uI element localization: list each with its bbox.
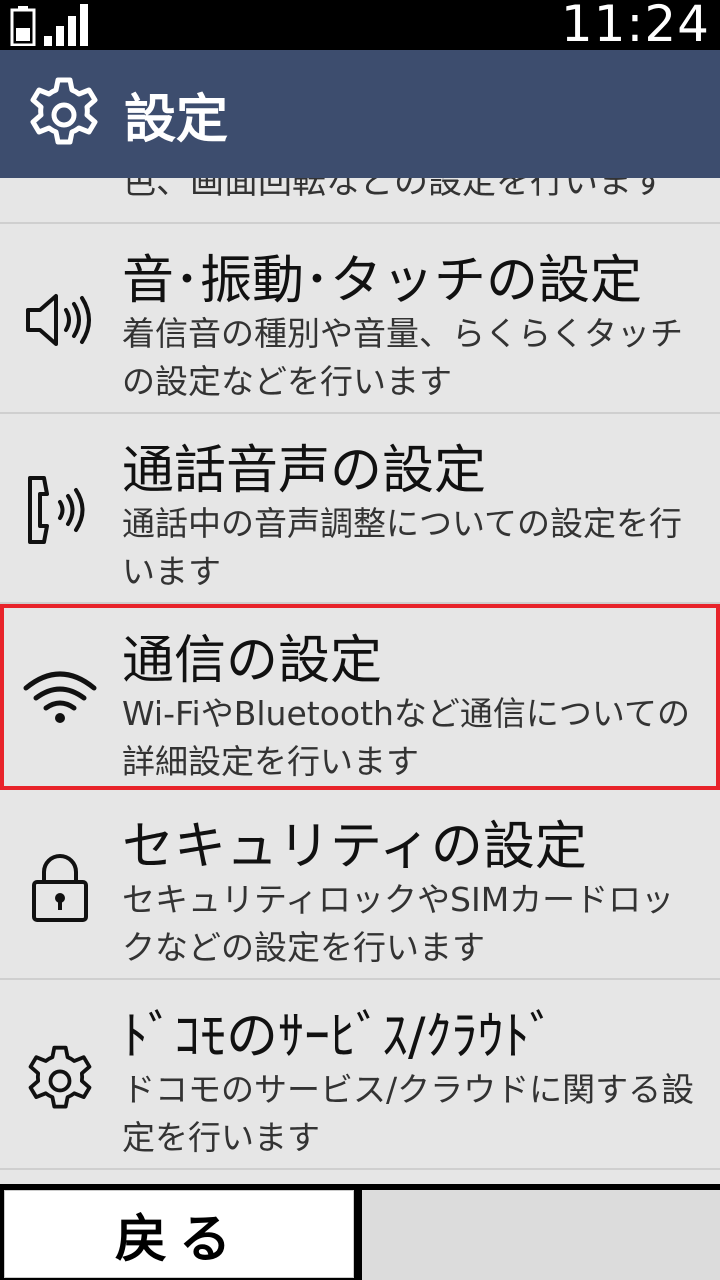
list-item-docomo-services[interactable]: ﾄﾞｺﾓのｻｰﾋﾞｽ/ｸﾗｳﾄﾞ ドコモのサービス/クラウドに関する設定を行いま… <box>0 980 720 1170</box>
wifi-icon <box>23 671 97 723</box>
screen: 11:24 設定 色、画面回転などの設定を行います 音･振動･タッチの設定 着信… <box>0 0 720 1280</box>
bottom-bar: 戻る <box>0 1184 720 1280</box>
back-button[interactable]: 戻る <box>4 1190 354 1278</box>
gear-icon <box>30 77 98 145</box>
list-item-call-voice-settings[interactable]: 通話音声の設定 通話中の音声調整についての設定を行います <box>0 414 720 604</box>
app-header: 設定 <box>0 50 720 178</box>
list-item-sound-settings[interactable]: 音･振動･タッチの設定 着信音の種別や音量、らくらくタッチの設定などを行います <box>0 224 720 414</box>
battery-icon <box>10 6 36 46</box>
status-clock: 11:24 <box>560 0 710 53</box>
settings-list[interactable]: 色、画面回転などの設定を行います 音･振動･タッチの設定 着信音の種別や音量、ら… <box>0 178 720 1180</box>
page-title: 設定 <box>124 89 229 150</box>
list-item-desc: 着信音の種別や音量、らくらくタッチの設定などを行います <box>122 314 683 401</box>
status-icons <box>10 4 90 46</box>
list-item-desc: Wi-FiやBluetoothなど通信についての詳細設定を行います <box>122 694 690 781</box>
list-item-communication-settings[interactable]: 通信の設定 Wi-FiやBluetoothなど通信についての詳細設定を行います <box>0 604 720 790</box>
speaker-icon <box>26 294 91 346</box>
list-item-clipped[interactable]: 色、画面回転などの設定を行います <box>0 178 720 224</box>
list-item-title: 音･振動･タッチの設定 <box>122 251 643 311</box>
list-item-title: 通話音声の設定 <box>122 441 487 501</box>
right-soft-key[interactable] <box>362 1190 720 1280</box>
list-item-desc: 通話中の音声調整についての設定を行います <box>122 504 683 591</box>
list-item-desc: ドコモのサービス/クラウドに関する設定を行います <box>122 1070 695 1157</box>
list-item-title: ﾄﾞｺﾓのｻｰﾋﾞｽ/ｸﾗｳﾄﾞ <box>122 1007 556 1067</box>
list-item-security-settings[interactable]: セキュリティの設定 セキュリティロックやSIMカードロックなどの設定を行います <box>0 790 720 980</box>
gear-icon <box>28 1045 92 1109</box>
lock-icon <box>32 854 88 922</box>
list-item-desc: 色、画面回転などの設定を行います <box>122 178 666 202</box>
list-item-title: セキュリティの設定 <box>122 817 587 877</box>
signal-icon <box>44 4 88 46</box>
status-bar: 11:24 <box>0 0 720 50</box>
phone-sound-icon <box>28 476 85 544</box>
list-item-title: 通信の設定 <box>122 631 383 691</box>
list-item-desc: セキュリティロックやSIMカードロックなどの設定を行います <box>122 880 675 967</box>
